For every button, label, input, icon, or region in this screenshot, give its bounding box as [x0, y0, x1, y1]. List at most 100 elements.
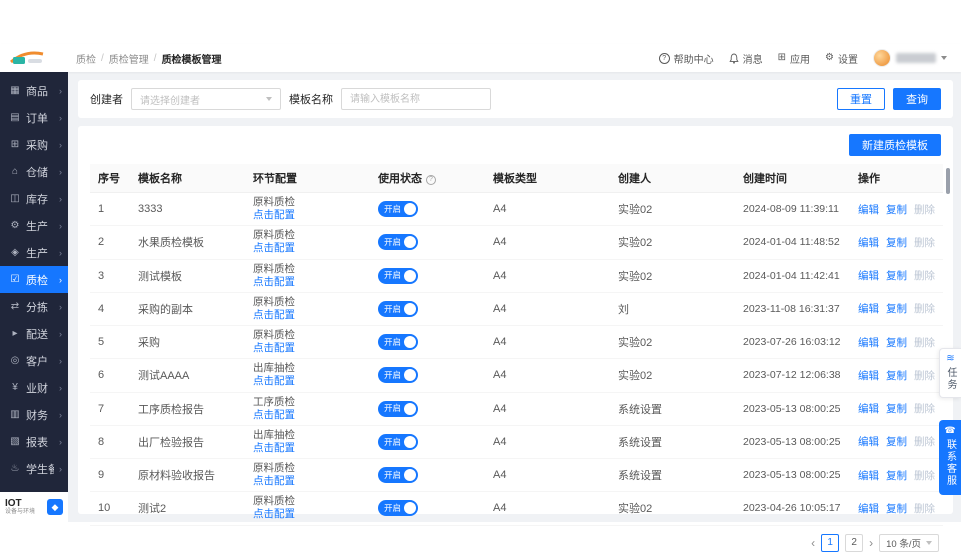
configure-link[interactable]: 点击配置	[253, 342, 295, 354]
delete-link[interactable]: 删除	[914, 470, 935, 482]
search-button[interactable]: 查询	[893, 88, 941, 110]
copy-link[interactable]: 复制	[886, 303, 907, 315]
configure-link[interactable]: 点击配置	[253, 276, 295, 288]
page-button-1[interactable]: 1	[821, 533, 840, 552]
new-template-button[interactable]: 新建质检模板	[849, 134, 941, 156]
apps-button[interactable]: ⊞ 应用	[778, 51, 810, 66]
copy-link[interactable]: 复制	[886, 403, 907, 415]
user-name-blurred	[896, 53, 936, 63]
status-toggle[interactable]: 开启	[378, 433, 419, 450]
prev-page-button[interactable]: ‹	[811, 537, 815, 549]
toggle-knob	[404, 402, 417, 415]
stage-config-cell: 原料质检 点击配置	[245, 458, 370, 493]
delete-link[interactable]: 删除	[914, 337, 935, 349]
status-toggle[interactable]: 开启	[378, 334, 419, 351]
status-toggle[interactable]: 开启	[378, 300, 419, 317]
sidebar-item-customers[interactable]: ◎ 客户 ›	[0, 347, 68, 374]
contact-support-label: 联系客服	[944, 439, 956, 487]
sidebar-item-reports[interactable]: ▧ 报表 ›	[0, 428, 68, 455]
status-toggle[interactable]: 开启	[378, 500, 419, 517]
breadcrumb-level1[interactable]: 质检	[76, 51, 96, 66]
configure-link[interactable]: 点击配置	[253, 442, 295, 454]
chevron-right-icon: ›	[59, 85, 62, 96]
status-toggle[interactable]: 开启	[378, 367, 419, 384]
sidebar-item-student-meal[interactable]: ♨ 学生餐 ›	[0, 455, 68, 482]
delete-link[interactable]: 删除	[914, 270, 935, 282]
status-toggle[interactable]: 开启	[378, 400, 419, 417]
status-toggle[interactable]: 开启	[378, 267, 419, 284]
configure-link[interactable]: 点击配置	[253, 242, 295, 254]
chevron-right-icon: ›	[59, 193, 62, 204]
messages-button[interactable]: 消息	[729, 51, 763, 66]
copy-link[interactable]: 复制	[886, 370, 907, 382]
sidebar-item-goods[interactable]: ▦ 商品 ›	[0, 77, 68, 104]
edit-link[interactable]: 编辑	[858, 337, 879, 349]
delete-link[interactable]: 删除	[914, 503, 935, 515]
sidebar-item-delivery[interactable]: ▸ 配送 ›	[0, 320, 68, 347]
delete-link[interactable]: 删除	[914, 303, 935, 315]
row-index: 3	[90, 259, 130, 293]
status-toggle[interactable]: 开启	[378, 234, 419, 251]
sidebar-item-inventory[interactable]: ◫ 库存 ›	[0, 185, 68, 212]
configure-link[interactable]: 点击配置	[253, 409, 295, 421]
copy-link[interactable]: 复制	[886, 470, 907, 482]
next-page-button[interactable]: ›	[869, 537, 873, 549]
creator-select-placeholder: 请选择创建者	[140, 95, 200, 107]
contact-support-float-tab[interactable]: ☎ 联系客服	[939, 420, 961, 495]
sidebar-item-sorting[interactable]: ⇄ 分拣 ›	[0, 293, 68, 320]
breadcrumb-level2[interactable]: 质检管理	[109, 51, 149, 66]
iot-chat-icon[interactable]: ◆	[47, 499, 63, 515]
goods-icon: ▦	[10, 85, 20, 96]
delete-link[interactable]: 删除	[914, 403, 935, 415]
help-center-button[interactable]: ? 帮助中心	[658, 51, 714, 66]
copy-link[interactable]: 复制	[886, 237, 907, 249]
delete-link[interactable]: 删除	[914, 436, 935, 448]
edit-link[interactable]: 编辑	[858, 436, 879, 448]
creator-select[interactable]: 请选择创建者	[131, 88, 281, 110]
task-float-tab[interactable]: ≋ 任务	[939, 348, 961, 398]
sidebar-item-warehouse[interactable]: ⌂ 仓储 ›	[0, 158, 68, 185]
info-icon[interactable]: ?	[426, 174, 436, 185]
configure-link[interactable]: 点击配置	[253, 309, 295, 321]
reset-button[interactable]: 重置	[837, 88, 885, 110]
status-toggle[interactable]: 开启	[378, 201, 419, 218]
delete-link[interactable]: 删除	[914, 370, 935, 382]
sidebar-item-biz-finance[interactable]: ¥ 业财 ›	[0, 374, 68, 401]
row-index: 6	[90, 358, 130, 393]
sidebar-footer[interactable]: IOT 设备与环境 ◆	[0, 492, 68, 522]
sidebar-item-purchase[interactable]: ⊞ 采购 ›	[0, 131, 68, 158]
configure-link[interactable]: 点击配置	[253, 475, 295, 487]
edit-link[interactable]: 编辑	[858, 370, 879, 382]
edit-link[interactable]: 编辑	[858, 270, 879, 282]
status-toggle[interactable]: 开启	[378, 467, 419, 484]
delete-link[interactable]: 删除	[914, 204, 935, 216]
configure-link[interactable]: 点击配置	[253, 209, 295, 221]
edit-link[interactable]: 编辑	[858, 237, 879, 249]
copy-link[interactable]: 复制	[886, 270, 907, 282]
page-size-select[interactable]: 10 条/页	[879, 533, 939, 552]
sidebar-item-orders[interactable]: ▤ 订单 ›	[0, 104, 68, 131]
sidebar-item-finance[interactable]: ▥ 财务 ›	[0, 401, 68, 428]
edit-link[interactable]: 编辑	[858, 470, 879, 482]
edit-link[interactable]: 编辑	[858, 503, 879, 515]
edit-link[interactable]: 编辑	[858, 303, 879, 315]
copy-link[interactable]: 复制	[886, 503, 907, 515]
sidebar-item-production-2[interactable]: ◈ 生产 ›	[0, 239, 68, 266]
user-menu[interactable]	[873, 49, 947, 67]
edit-link[interactable]: 编辑	[858, 204, 879, 216]
copy-link[interactable]: 复制	[886, 436, 907, 448]
sidebar-item-quality[interactable]: ☑ 质检 ›	[0, 266, 68, 293]
copy-link[interactable]: 复制	[886, 337, 907, 349]
template-name-cell: 测试模板	[130, 259, 245, 293]
settings-button[interactable]: ⚙ 设置	[825, 51, 858, 66]
copy-link[interactable]: 复制	[886, 204, 907, 216]
sidebar-item-production[interactable]: ⚙ 生产 ›	[0, 212, 68, 239]
col-template-type: 模板类型	[485, 164, 610, 193]
page-button-2[interactable]: 2	[845, 533, 864, 552]
configure-link[interactable]: 点击配置	[253, 508, 295, 520]
configure-link[interactable]: 点击配置	[253, 375, 295, 387]
scrollbar-thumb[interactable]	[946, 168, 950, 194]
template-name-input[interactable]	[341, 88, 491, 110]
delete-link[interactable]: 删除	[914, 237, 935, 249]
edit-link[interactable]: 编辑	[858, 403, 879, 415]
